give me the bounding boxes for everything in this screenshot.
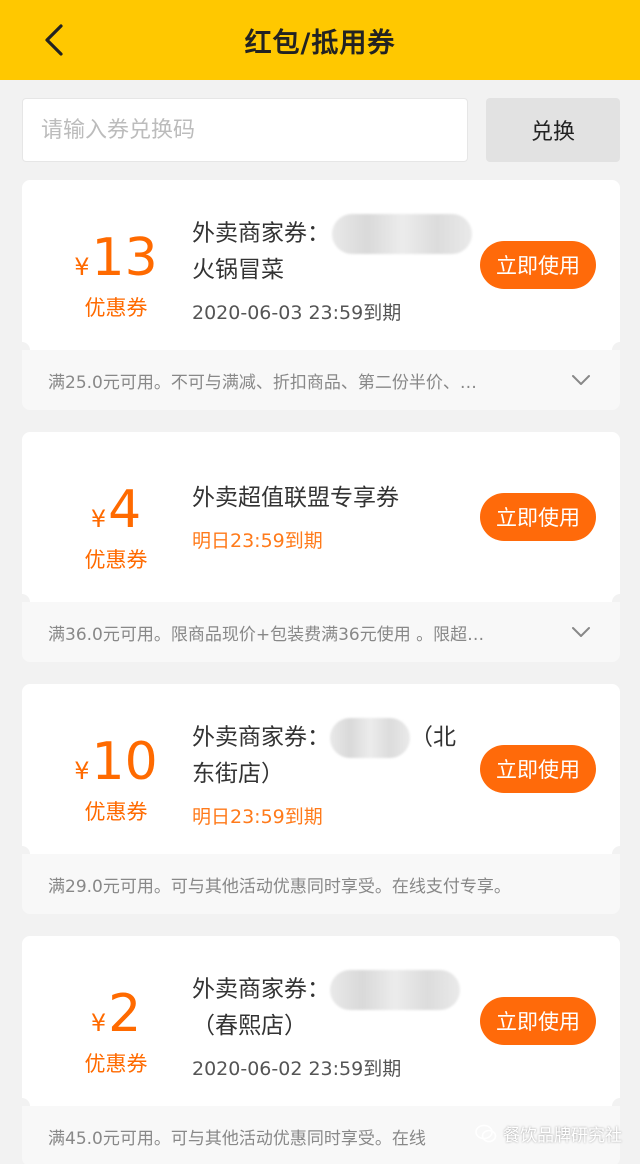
coupon-title: 外卖超值联盟专享券	[192, 485, 399, 511]
coupon-title: 外卖商家券： 火锅冒菜	[192, 214, 472, 286]
coupon-card: ¥ 10 优惠券 外卖商家券： （北 东街店） 明日23:59到期 立即使用 满2…	[14, 684, 628, 914]
coupon-expiry: 明日23:59到期	[192, 530, 323, 552]
amount-value: 4	[108, 480, 142, 540]
redeem-row: 兑换	[22, 98, 620, 162]
watermark-text: 餐饮品牌研究社	[503, 1126, 622, 1146]
coupon-expiry: 2020-06-03 23:59到期	[192, 302, 402, 324]
coupon-amount: ¥ 10 优惠券	[50, 736, 182, 826]
coupon-terms: 满29.0元可用。可与其他活动优惠同时享受。在线支付专享。	[22, 854, 620, 914]
page-title: 红包/抵用券	[244, 27, 396, 59]
coupon-terms-text: 满29.0元可用。可与其他活动优惠同时享受。在线支付专享。	[48, 876, 511, 897]
use-now-button[interactable]: 立即使用	[480, 997, 596, 1045]
coupon-expiry: 明日23:59到期	[192, 806, 323, 828]
amount-label: 优惠券	[84, 296, 148, 320]
coupon-terms-text: 满25.0元可用。不可与满减、折扣商品、第二份半价、…	[48, 372, 477, 393]
blurred-store-name	[330, 718, 410, 758]
use-now-button[interactable]: 立即使用	[480, 241, 596, 289]
amount-label: 优惠券	[84, 1052, 148, 1076]
coupon-amount: ¥ 13 优惠券	[50, 232, 182, 322]
coupon-card: ¥ 13 优惠券 外卖商家券： 火锅冒菜 2020-06-03 23:59到期 …	[14, 180, 628, 410]
blurred-store-name	[330, 970, 460, 1010]
coupon-info: 外卖超值联盟专享券 明日23:59到期	[192, 482, 472, 553]
coupon-card: ¥ 4 优惠券 外卖超值联盟专享券 明日23:59到期 立即使用 满36.0元可…	[14, 432, 628, 662]
coupon-amount: ¥ 2 优惠券	[50, 988, 182, 1078]
coupon-amount: ¥ 4 优惠券	[50, 484, 182, 574]
amount-value: 2	[108, 984, 142, 1044]
currency-symbol: ¥	[90, 1009, 107, 1037]
back-button[interactable]	[36, 22, 72, 58]
blurred-store-name	[332, 214, 472, 254]
chevron-down-icon[interactable]	[570, 621, 592, 643]
amount-label: 优惠券	[84, 548, 148, 572]
coupon-info: 外卖商家券： （春熙店） 2020-06-02 23:59到期	[192, 970, 472, 1081]
chevron-down-icon[interactable]	[570, 369, 592, 391]
coupon-expiry: 2020-06-02 23:59到期	[192, 1058, 402, 1080]
currency-symbol: ¥	[74, 253, 90, 281]
coupon-info: 外卖商家券： 火锅冒菜 2020-06-03 23:59到期	[192, 214, 472, 325]
redeem-button[interactable]: 兑换	[486, 98, 620, 162]
amount-label: 优惠券	[84, 800, 148, 824]
currency-symbol: ¥	[90, 505, 107, 533]
watermark: 餐饮品牌研究社	[475, 1121, 622, 1146]
wechat-logo-icon	[475, 1124, 497, 1142]
currency-symbol: ¥	[74, 757, 90, 785]
chevron-left-icon	[45, 24, 63, 56]
use-now-button[interactable]: 立即使用	[480, 745, 596, 793]
redeem-code-input[interactable]	[22, 98, 468, 162]
coupon-title: 外卖商家券： （春熙店）	[192, 970, 472, 1042]
coupon-terms[interactable]: 满36.0元可用。限商品现价+包装费满36元使用 。限超…	[22, 602, 620, 662]
use-now-button[interactable]: 立即使用	[480, 493, 596, 541]
coupon-info: 外卖商家券： （北 东街店） 明日23:59到期	[192, 718, 472, 829]
top-bar: 红包/抵用券	[0, 0, 640, 80]
coupon-title: 外卖商家券： （北 东街店）	[192, 718, 472, 790]
coupon-terms[interactable]: 满25.0元可用。不可与满减、折扣商品、第二份半价、…	[22, 350, 620, 410]
coupon-terms-text: 满36.0元可用。限商品现价+包装费满36元使用 。限超…	[48, 624, 485, 645]
amount-value: 10	[91, 732, 158, 792]
amount-value: 13	[91, 228, 158, 288]
